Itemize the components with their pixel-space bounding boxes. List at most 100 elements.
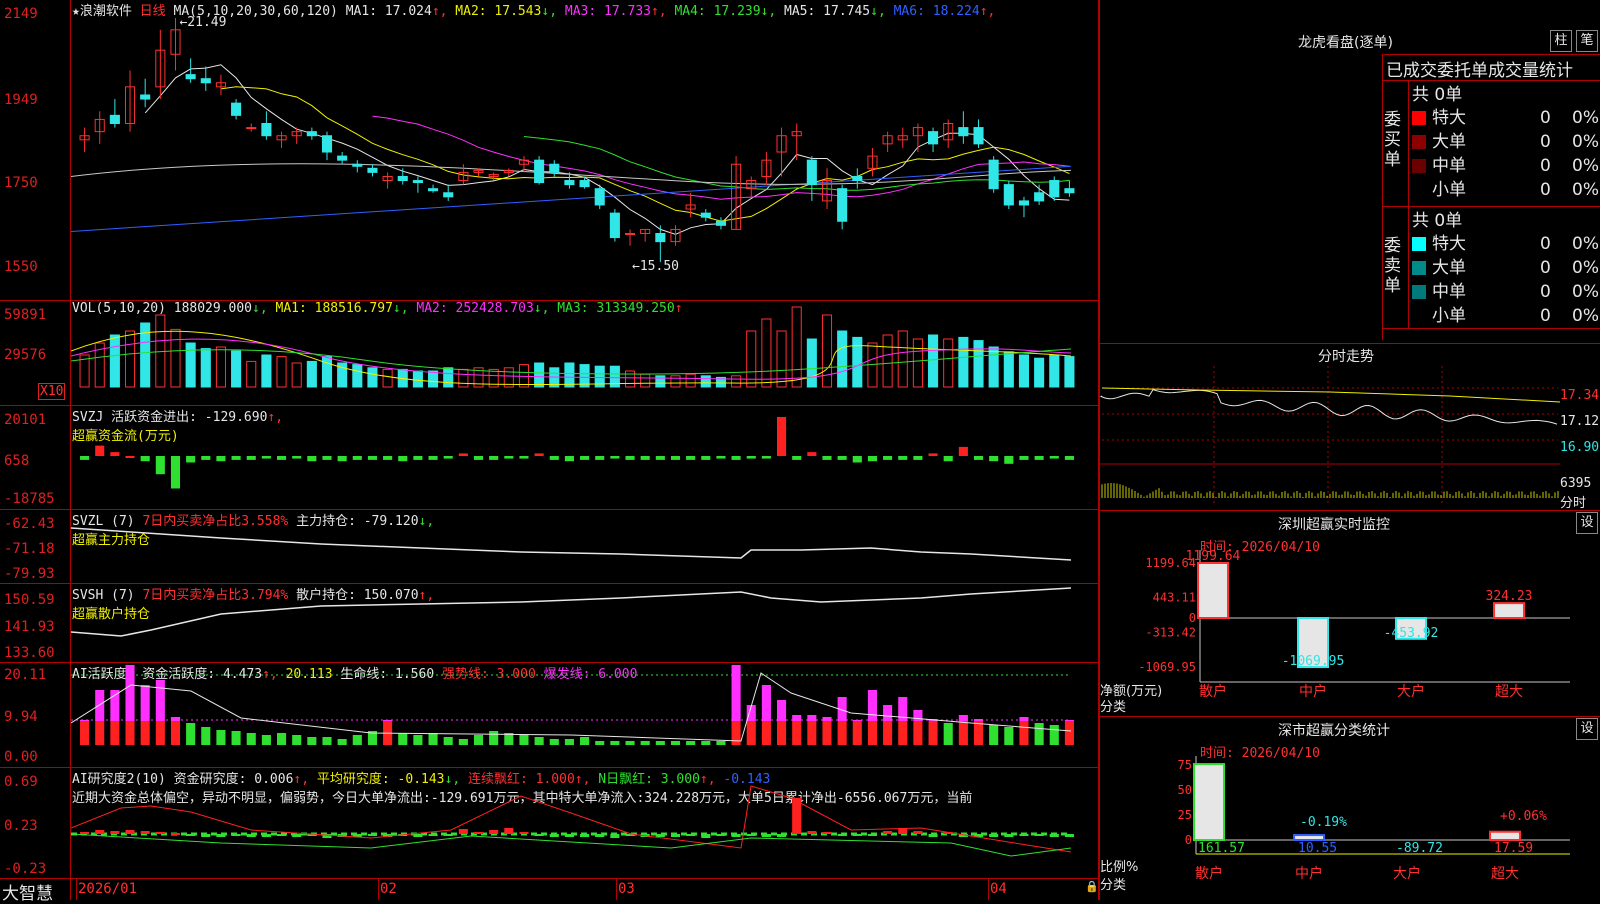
order-row: 特大 0 0% (1412, 106, 1600, 130)
volume-pane[interactable]: 59891 29576 X10 VOL(5,10,20) 188029.000↓… (0, 301, 1098, 406)
x-tick: 04 (990, 881, 1007, 897)
research-bar (564, 834, 574, 837)
volume-bar (746, 330, 757, 388)
activity-bar (1049, 725, 1059, 745)
candle-body (1049, 180, 1060, 198)
low-marker: ←15.50 (632, 259, 679, 274)
tick-mode-button[interactable]: 笔 (1576, 30, 1598, 52)
stat-pct: -0.19% (1300, 815, 1347, 830)
buy-side-label: 委买单 (1384, 110, 1401, 170)
activity-bar-top (140, 685, 150, 721)
stat-chart: 75 50 25 0 161.57 散户 10.55 中户 -89.72 大户 17.59 超大 -0.… (1178, 756, 1570, 882)
flow-bar (261, 456, 271, 459)
candle-body (806, 159, 817, 186)
x-tick: 03 (618, 881, 635, 897)
activity-bar (792, 721, 802, 745)
activity-bar (595, 741, 605, 745)
svzj-pane[interactable]: 20101 658 -18785 SVZJ 活跃资金进出: -129.690↑,… (0, 406, 1098, 510)
flow-bar (867, 456, 877, 462)
flow-bar (504, 456, 514, 459)
flow-bar (489, 456, 499, 460)
svsh-pane[interactable]: 150.59 141.93 133.60 SVSH (7) 7日内买卖净占比3.… (0, 584, 1098, 663)
research-bar (1034, 834, 1044, 836)
row-count: 0 (1540, 132, 1551, 152)
order-row: 中单 0 0% (1412, 154, 1600, 178)
candle-body (624, 232, 636, 235)
ai-research-pane[interactable]: 0.69 0.23 -0.23 AI研究度2(10) 资金研究度: 0.006↑… (0, 768, 1098, 879)
intraday-chart[interactable] (1100, 366, 1600, 508)
activity-bar-top (761, 685, 771, 721)
stat-settings-button[interactable]: 设 (1576, 718, 1598, 740)
vol-tick: 29576 (4, 347, 47, 363)
candle-body (594, 188, 605, 206)
ai-activity-pane[interactable]: 20.11 9.94 0.00 AI活跃度2 资金活跃度: 4.473↑, 20… (0, 663, 1098, 768)
volume-bar (382, 368, 393, 388)
volume-bar (109, 334, 120, 388)
volume-bar (943, 338, 954, 388)
flow-bar (1049, 456, 1059, 459)
flow-bar (837, 456, 847, 460)
row-name: 小单 (1432, 180, 1466, 200)
stat-pct: +0.06% (1500, 809, 1547, 824)
monitor-title: 深圳超赢实时监控 (1278, 517, 1390, 533)
research-bar (837, 834, 847, 836)
volume-bar (837, 330, 848, 388)
candle-body (852, 175, 863, 182)
activity-bar (352, 735, 362, 745)
monitor-tick: -313.42 (1145, 625, 1196, 639)
research-bar (549, 834, 559, 837)
volume-bar (958, 336, 969, 388)
svzl-tick: -71.18 (4, 541, 55, 557)
flow-bar (367, 456, 377, 460)
activity-bar (489, 731, 499, 745)
monitor-value: 324.23 (1486, 589, 1533, 604)
row-pct: 0% (1572, 282, 1599, 302)
sell-side-label: 委卖单 (1384, 236, 1401, 296)
activity-bar-top (80, 720, 90, 721)
svzl-chart (71, 527, 1072, 561)
volume-bar (988, 346, 999, 388)
activity-bar-top (973, 719, 984, 721)
activity-bar (155, 721, 165, 745)
activity-bar (1034, 723, 1044, 745)
fenshi-tick: 17.34 (1560, 388, 1600, 403)
row-pct: 0% (1572, 132, 1599, 152)
svzl-pane[interactable]: -62.43 -71.18 -79.93 SVZL (7) 7日内买卖净占比3.… (0, 510, 1098, 584)
activity-bar-top (125, 665, 135, 721)
row-pct: 0% (1572, 306, 1599, 326)
candlestick-chart[interactable]: ←21.49 ←15.50 (71, 0, 1098, 300)
activity-bar (686, 741, 696, 745)
flow-bar (655, 456, 665, 460)
candle-body (321, 135, 333, 153)
price-pane[interactable]: 2149 1949 1750 1550 ★浪潮软件 日线 MA(5,10,20,… (0, 0, 1098, 301)
bar-mode-button[interactable]: 柱 (1550, 30, 1572, 52)
activity-bar (640, 741, 650, 745)
flow-bar (443, 456, 453, 459)
volume-bar (624, 370, 636, 388)
monitor-value: 1199.64 (1186, 550, 1241, 564)
stat-tick: 0 (1185, 833, 1192, 847)
research-bar (458, 829, 468, 834)
ai-research-chart (71, 785, 1074, 857)
activity-bar-top (731, 665, 741, 721)
candle-body (337, 155, 348, 161)
activity-bar (125, 721, 135, 745)
activity-bar (519, 735, 529, 745)
flow-bar (640, 456, 650, 460)
candle-body (200, 78, 211, 84)
monitor-settings-button[interactable]: 设 (1576, 512, 1598, 534)
order-row: 小单 0 0% (1412, 304, 1600, 328)
volume-bar (321, 356, 333, 388)
activity-bar (943, 723, 953, 745)
candle-body (837, 188, 848, 222)
research-bar (413, 834, 423, 837)
lock-icon: 🔒 (1085, 880, 1099, 893)
volume-bar (428, 370, 439, 388)
monitor-value: -1069.95 (1282, 654, 1345, 669)
monitor-tick: 0 (1189, 611, 1196, 625)
activity-bar (231, 731, 241, 745)
row-name: 特大 (1432, 108, 1466, 128)
volume-bar (246, 360, 257, 388)
candle-body (231, 102, 242, 116)
activity-bar (670, 741, 681, 745)
